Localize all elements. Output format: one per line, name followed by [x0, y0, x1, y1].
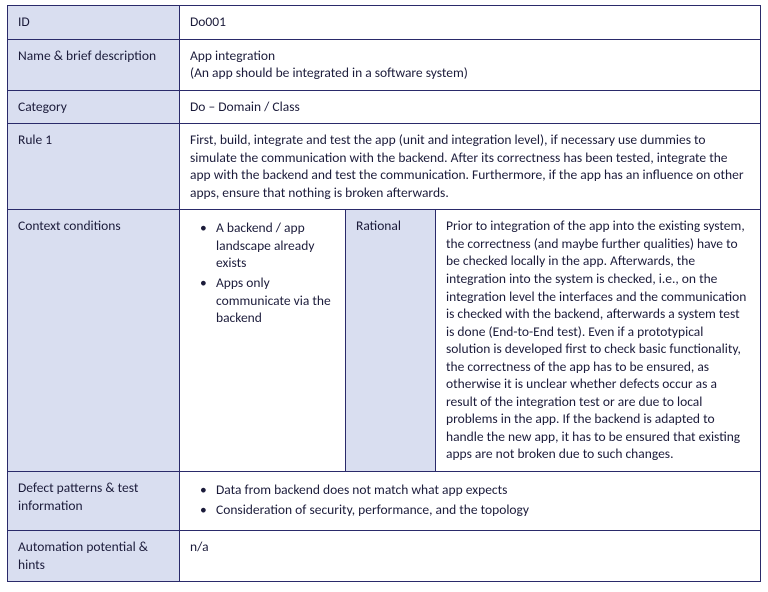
label-context: Context conditions [8, 210, 180, 472]
label-name: Name & brief description [8, 39, 180, 90]
row-name: Name & brief description App integration… [8, 39, 761, 90]
row-context: Context conditions A backend / app lands… [8, 210, 761, 472]
rule-table: ID Do001 Name & brief description App in… [7, 5, 761, 582]
value-name-sub: (An app should be integrated in a softwa… [190, 64, 750, 82]
list-item: Apps only communicate via the backend [216, 274, 335, 329]
defect-bullets: Data from backend does not match what ap… [190, 481, 750, 520]
list-item: Consideration of security, performance, … [216, 501, 750, 521]
value-name-main: App integration [190, 47, 750, 65]
row-automation: Automation potential & hints n/a [8, 531, 761, 582]
value-name: App integration (An app should be integr… [180, 39, 761, 90]
value-context: A backend / app landscape already exists… [180, 210, 346, 472]
label-rule1: Rule 1 [8, 124, 180, 210]
value-id: Do001 [180, 6, 761, 40]
label-category: Category [8, 90, 180, 124]
label-automation: Automation potential & hints [8, 531, 180, 582]
value-defect: Data from backend does not match what ap… [180, 472, 761, 531]
value-category: Do – Domain / Class [180, 90, 761, 124]
context-bullets: A backend / app landscape already exists… [190, 219, 335, 328]
row-category: Category Do – Domain / Class [8, 90, 761, 124]
value-rule1: First, build, integrate and test the app… [180, 124, 761, 210]
label-rational: Rational [346, 210, 436, 472]
row-id: ID Do001 [8, 6, 761, 40]
value-automation: n/a [180, 531, 761, 582]
row-defect: Defect patterns & test information Data … [8, 472, 761, 531]
value-rational: Prior to integration of the app into the… [436, 210, 761, 472]
row-rule1: Rule 1 First, build, integrate and test … [8, 124, 761, 210]
rule-card: ID Do001 Name & brief description App in… [0, 0, 768, 592]
list-item: Data from backend does not match what ap… [216, 481, 750, 501]
list-item: A backend / app landscape already exists [216, 219, 335, 274]
label-defect: Defect patterns & test information [8, 472, 180, 531]
label-id: ID [8, 6, 180, 40]
